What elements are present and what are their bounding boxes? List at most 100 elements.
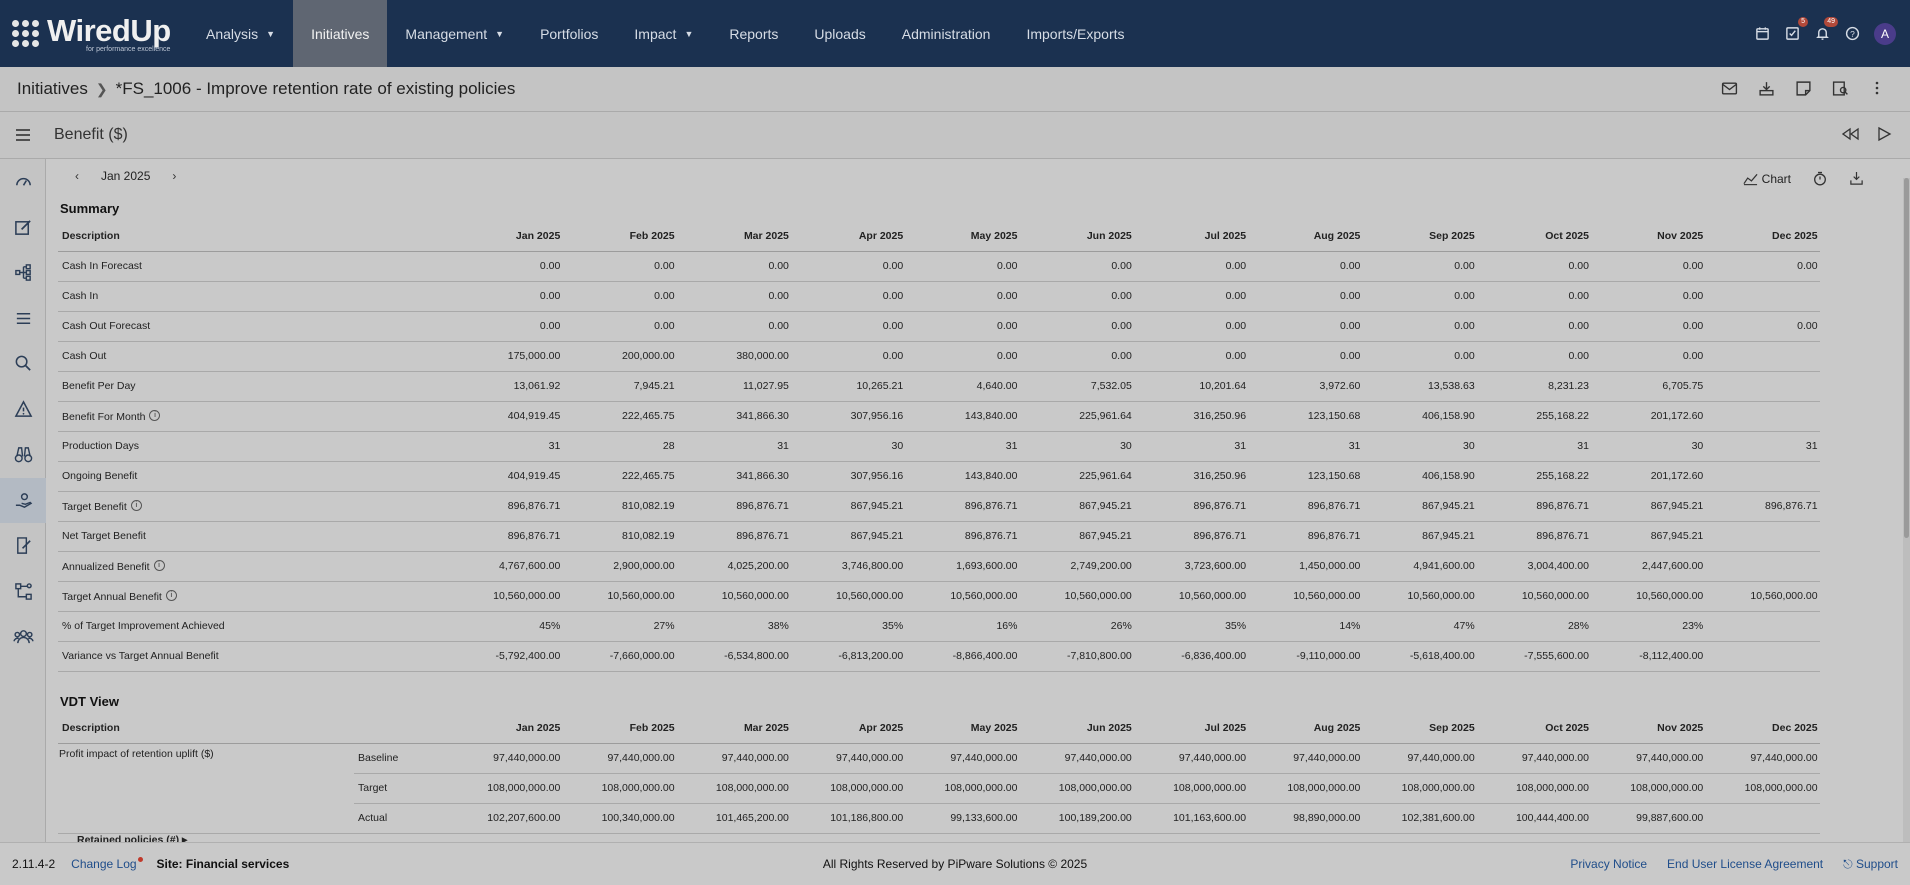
preview-search-icon[interactable] <box>1831 79 1849 97</box>
warning-icon[interactable] <box>0 387 46 433</box>
footer: 2.11.4-2 Change Log Site: Financial serv… <box>0 842 1910 885</box>
bell-icon[interactable]: 49 <box>1814 16 1838 42</box>
info-icon[interactable]: i <box>130 499 142 511</box>
privacy-notice-link[interactable]: Privacy Notice <box>1570 857 1647 872</box>
help-icon[interactable]: ? <box>1844 26 1860 42</box>
row-label: Annualized Benefit <box>62 560 150 573</box>
hierarchy-icon[interactable] <box>0 250 46 296</box>
new-indicator-dot <box>137 857 143 862</box>
value-cell: 3,746,800.00 <box>790 551 906 582</box>
workflow-icon[interactable] <box>0 569 46 615</box>
info-icon[interactable]: i <box>165 589 177 601</box>
note-icon[interactable] <box>1794 79 1812 97</box>
wiredup-logo[interactable]: WiredUp for performance excellence <box>0 0 190 67</box>
dashboard-gauge-icon[interactable] <box>0 159 46 205</box>
previous-period-chevron-icon[interactable]: ‹ <box>75 169 79 183</box>
value-cell: 255,168.22 <box>1476 461 1591 492</box>
value-cell: 896,876.71 <box>1476 521 1591 552</box>
timer-icon[interactable] <box>1813 171 1827 186</box>
summary-row[interactable]: Cash In Forecast 0.00 0.00 0.00 0.00 0.00 0.00… <box>58 251 1820 282</box>
hamburger-menu-icon[interactable] <box>0 128 46 142</box>
value-cell: 896,876.71 <box>1248 521 1363 552</box>
rewind-icon[interactable] <box>1841 126 1859 147</box>
value-cell: 896,876.71 <box>1248 491 1363 522</box>
change-log-link[interactable]: Change Log <box>71 857 143 871</box>
summary-row[interactable]: Target Benefit i 896,876.71 810,082.19 896,8… <box>58 491 1820 522</box>
nav-item-reports[interactable]: Reports <box>711 0 796 67</box>
nav-item-management[interactable]: Management ▼ <box>387 0 522 67</box>
scrollbar-thumb[interactable] <box>1904 178 1909 538</box>
value-cell: 201,172.60 <box>1590 461 1706 492</box>
value-cell: 0.00 <box>448 251 563 282</box>
breadcrumb-initiatives-link[interactable]: Initiatives <box>17 79 88 99</box>
next-metric-label[interactable]: Retained policies (#) ▸ <box>77 834 187 842</box>
chart-button[interactable]: Chart <box>1743 172 1791 186</box>
benefit-hand-icon[interactable] <box>0 477 46 523</box>
value-cell: -5,792,400.00 <box>448 641 563 672</box>
summary-row[interactable]: Ongoing Benefit 404,919.45 222,465.75 341,8… <box>58 461 1820 492</box>
play-icon[interactable] <box>1877 126 1892 147</box>
value-cell: 10,560,000.00 <box>562 581 677 612</box>
nav-item-portfolios[interactable]: Portfolios <box>522 0 616 67</box>
section-header: Benefit ($) <box>0 112 1910 159</box>
row-label: Production Days <box>62 440 140 452</box>
support-link[interactable]: ⎋ Support <box>1843 857 1898 872</box>
value-cell: 28 <box>562 431 677 462</box>
nav-item-label: Uploads <box>814 25 866 42</box>
download-icon[interactable] <box>1849 171 1864 186</box>
export-icon[interactable] <box>1757 79 1775 97</box>
value-cell: 0.00 <box>1476 311 1591 342</box>
team-users-icon[interactable] <box>0 614 46 660</box>
summary-row[interactable]: % of Target Improvement Achieved 45% 27% 38… <box>58 611 1820 642</box>
summary-row[interactable]: Annualized Benefit i 4,767,600.00 2,900,000… <box>58 551 1820 582</box>
nav-item-imports-exports[interactable]: Imports/Exports <box>1008 0 1142 67</box>
value-cell: 7,532.05 <box>1019 371 1134 402</box>
nav-item-uploads[interactable]: Uploads <box>796 0 883 67</box>
value-cell: 0.00 <box>905 311 1020 342</box>
document-edit-icon[interactable] <box>0 523 46 569</box>
summary-row[interactable]: Production Days 31 28 31 30 31 30 31 31 30 31 30 31 <box>58 431 1820 462</box>
summary-row[interactable]: Cash Out 175,000.00 200,000.00 380,000.00 0.… <box>58 341 1820 372</box>
list-icon[interactable] <box>0 296 46 342</box>
next-period-chevron-icon[interactable]: › <box>172 169 176 183</box>
edit-icon[interactable] <box>0 205 46 251</box>
nav-item-administration[interactable]: Administration <box>884 0 1009 67</box>
value-cell: 31 <box>1248 431 1363 462</box>
calendar-icon[interactable] <box>1754 26 1770 42</box>
search-zoom-icon[interactable] <box>0 341 46 387</box>
value-cell: 0.00 <box>1362 311 1477 342</box>
value-cell: 896,876.71 <box>905 491 1020 522</box>
info-icon[interactable]: i <box>153 559 165 571</box>
value-cell: 108,000,000.00 <box>1133 773 1249 804</box>
binoculars-icon[interactable] <box>0 432 46 478</box>
month-header: Apr 2025 <box>790 221 906 252</box>
value-cell: 175,000.00 <box>448 341 563 372</box>
summary-row[interactable]: Benefit For Month i 404,919.45 222,465.75 34… <box>58 401 1820 432</box>
value-cell: 0.00 <box>905 251 1020 282</box>
nav-item-initiatives[interactable]: Initiatives <box>293 0 388 67</box>
value-cell: -8,112,400.00 <box>1590 641 1706 672</box>
summary-row[interactable]: Cash In 0.00 0.00 0.00 0.00 0.00 0.00 0.00 0.00 0… <box>58 281 1820 312</box>
tasks-icon[interactable]: 5 <box>1784 16 1808 42</box>
more-vertical-icon[interactable] <box>1868 79 1886 97</box>
summary-row[interactable]: Cash Out Forecast 0.00 0.00 0.00 0.00 0.00 0.0… <box>58 311 1820 342</box>
value-cell: 0.00 <box>905 341 1020 372</box>
vertical-scrollbar[interactable] <box>1903 178 1910 842</box>
summary-row[interactable]: Variance vs Target Annual Benefit -5,792,… <box>58 641 1820 672</box>
vdt-row[interactable]: Profit impact of retention uplift ($) Bas… <box>58 743 1820 834</box>
summary-row[interactable]: Net Target Benefit 896,876.71 810,082.19 89… <box>58 521 1820 552</box>
eula-link[interactable]: End User License Agreement <box>1667 857 1823 872</box>
vdt-row-label: Baseline <box>354 743 448 774</box>
summary-row[interactable]: Benefit Per Day 13,061.92 7,945.21 11,027.9… <box>58 371 1820 402</box>
nav-item-impact[interactable]: Impact ▼ <box>616 0 711 67</box>
value-cell: 16% <box>905 611 1020 642</box>
user-avatar[interactable]: A <box>1874 22 1896 45</box>
logo-dots-icon <box>12 20 39 47</box>
summary-row[interactable]: Target Annual Benefit i 10,560,000.00 10,56… <box>58 581 1820 612</box>
value-cell: 108,000,000.00 <box>448 773 563 804</box>
value-cell: 896,876.71 <box>448 491 563 522</box>
nav-item-analysis[interactable]: Analysis ▼ <box>188 0 293 67</box>
email-icon[interactable] <box>1720 79 1738 97</box>
month-header: Sep 2025 <box>1362 221 1477 252</box>
info-icon[interactable]: i <box>149 409 161 421</box>
